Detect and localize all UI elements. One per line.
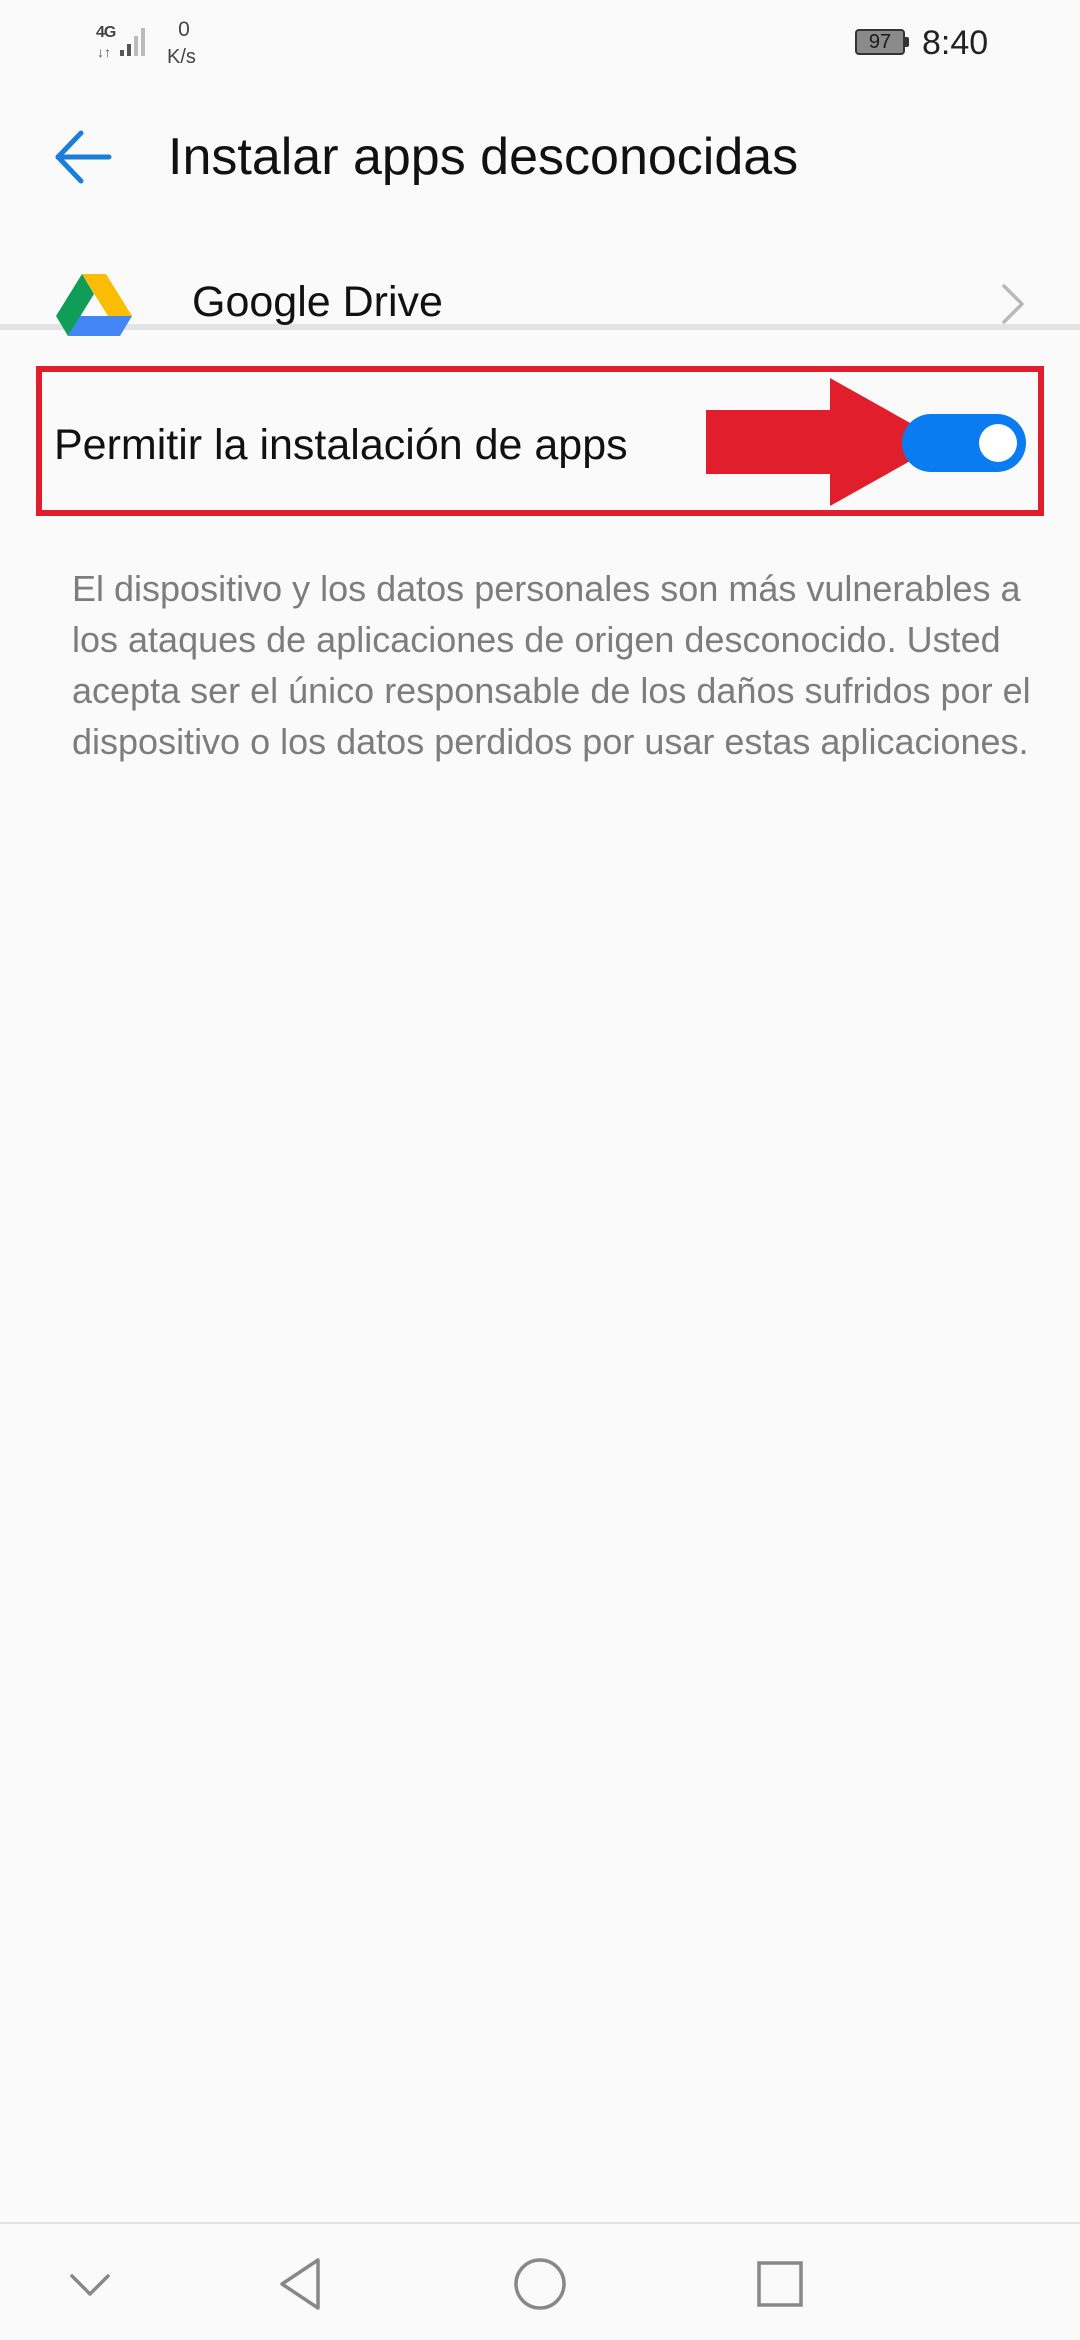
permit-install-toggle[interactable] xyxy=(902,414,1026,472)
chevron-right-icon xyxy=(1002,284,1024,324)
nav-collapse-button[interactable] xyxy=(52,2246,128,2322)
nav-home-button[interactable] xyxy=(502,2246,578,2322)
toggle-knob xyxy=(979,424,1017,462)
home-circle-icon xyxy=(514,2258,566,2310)
permit-install-label: Permitir la instalación de apps xyxy=(54,421,628,469)
app-info-row[interactable]: Google Drive xyxy=(0,232,1080,368)
battery-level: 97 xyxy=(855,29,905,55)
app-name: Google Drive xyxy=(192,278,443,326)
network-speed-value: 0 xyxy=(178,18,190,41)
chevron-down-icon xyxy=(70,2274,110,2296)
arrow-left-icon xyxy=(55,130,112,184)
screen: 4G ↓↑ 0 K/s 97 8:40 Instalar apps descon… xyxy=(0,0,1080,2340)
recents-square-icon xyxy=(757,2261,803,2307)
warning-description: El dispositivo y los datos personales so… xyxy=(72,568,1031,762)
data-activity-icon: ↓↑ xyxy=(97,44,111,60)
google-drive-icon xyxy=(56,274,132,336)
app-header: Instalar apps desconocidas xyxy=(0,100,1080,330)
page-title: Instalar apps desconocidas xyxy=(168,128,799,186)
back-button[interactable] xyxy=(36,110,130,204)
battery-tip xyxy=(905,37,909,47)
network-speed-unit: K/s xyxy=(167,46,196,68)
back-triangle-icon xyxy=(280,2258,320,2310)
nav-back-button[interactable] xyxy=(264,2246,340,2322)
signal-strength-icon xyxy=(120,28,145,56)
permit-install-row[interactable]: Permitir la instalación de apps xyxy=(36,366,1044,516)
status-time: 8:40 xyxy=(922,24,989,62)
nav-recents-button[interactable] xyxy=(742,2246,818,2322)
status-bar: 4G ↓↑ 0 K/s 97 8:40 xyxy=(0,0,1080,88)
system-nav-bar xyxy=(0,2222,1080,2340)
battery-icon: 97 xyxy=(855,29,909,55)
